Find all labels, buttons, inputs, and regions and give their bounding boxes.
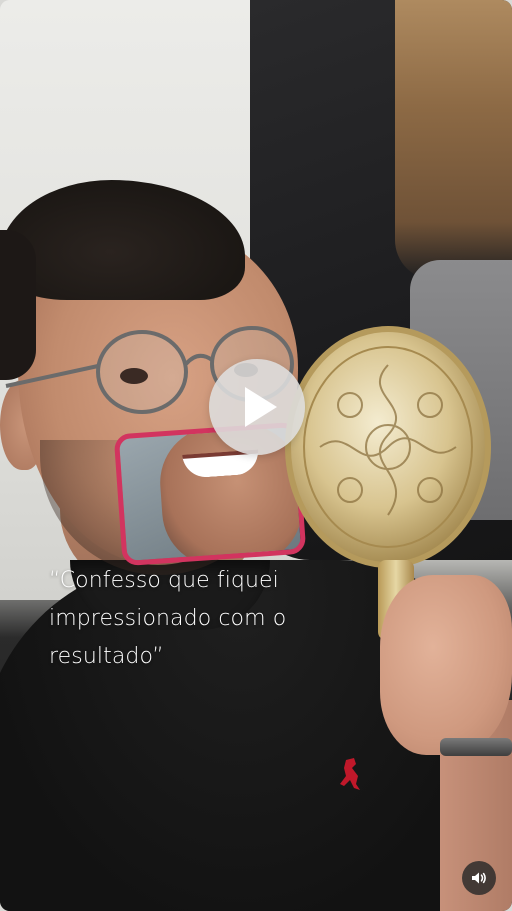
speaker-icon [472,872,486,884]
shirt-logo-icon [340,758,360,790]
hand [380,575,512,755]
hand-mirror [285,326,491,568]
play-button[interactable] [209,359,305,455]
sound-toggle-button[interactable] [462,861,496,895]
video-caption: “Confesso que fiquei impressionado com o… [49,568,287,669]
video-frame[interactable]: “Confesso que fiquei impressionado com o… [0,0,512,911]
bracelet [440,738,512,756]
play-icon [245,387,277,427]
background-person-hair [395,0,512,280]
